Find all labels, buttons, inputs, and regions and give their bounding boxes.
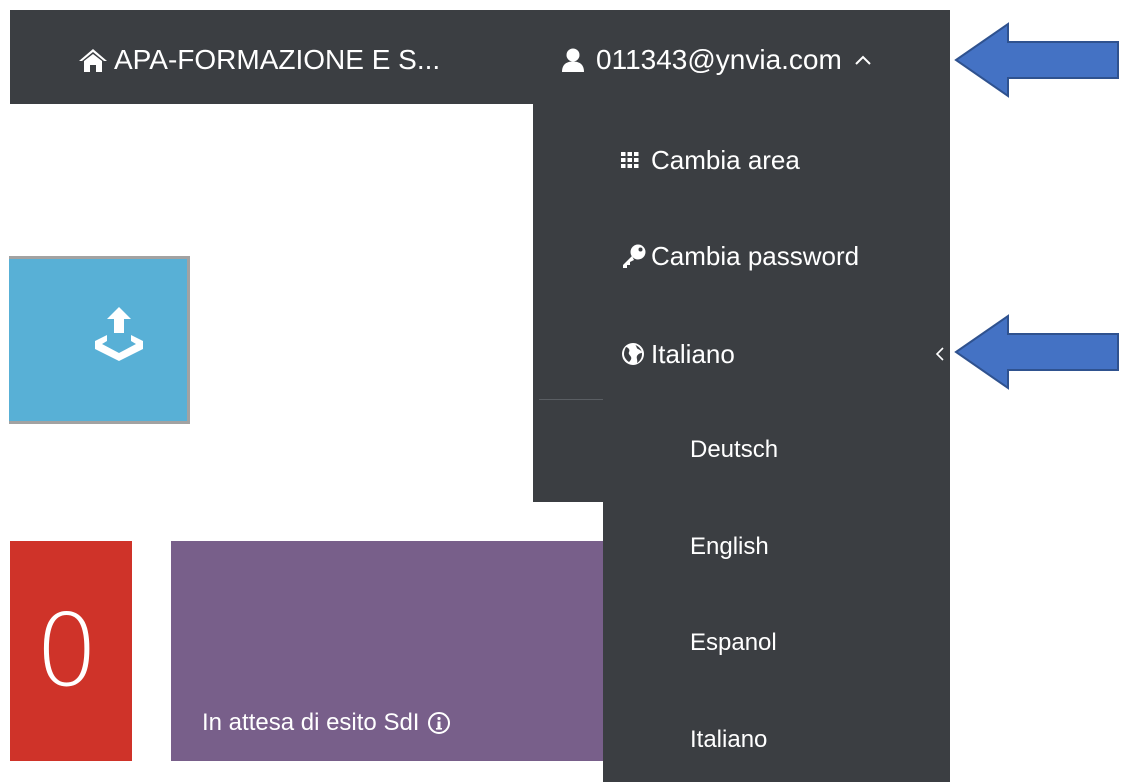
language-option-deutsch[interactable]: Deutsch: [690, 430, 778, 470]
upload-icon: [95, 307, 143, 361]
key-icon: [621, 243, 651, 269]
info-icon[interactable]: [427, 711, 451, 735]
user-icon: [560, 47, 586, 73]
user-email: 011343@ynvia.com: [596, 44, 842, 75]
menu-item-change-area[interactable]: Cambia area: [621, 138, 800, 182]
upload-tile[interactable]: [9, 256, 190, 424]
language-option-italiano[interactable]: Italiano: [690, 720, 767, 760]
globe-icon: [621, 342, 651, 366]
company-menu-link[interactable]: APA-FORMAZIONE E S...: [78, 40, 440, 80]
menu-item-change-password[interactable]: Cambia password: [621, 234, 859, 278]
top-navbar: APA-FORMAZIONE E S... 011343@ynvia.com: [10, 10, 950, 104]
home-icon: [79, 49, 107, 72]
language-option-espanol[interactable]: Espanol: [690, 623, 777, 663]
grid-icon: [621, 152, 651, 168]
menu-item-label: Cambia password: [651, 240, 860, 271]
pending-count: 0: [35, 592, 99, 709]
pending-sdi-tile[interactable]: In attesa di esito SdI: [171, 541, 603, 761]
language-submenu: Deutsch English Espanol Italiano: [603, 400, 950, 782]
user-menu-toggle[interactable]: 011343@ynvia.com: [560, 40, 872, 80]
chevron-left-icon: [933, 344, 947, 364]
company-name: APA-FORMAZIONE E S...: [114, 44, 441, 75]
language-option-english[interactable]: English: [690, 527, 769, 567]
pending-sdi-label-row: In attesa di esito SdI: [202, 709, 451, 737]
annotation-arrow-icon: [954, 22, 1119, 98]
annotation-arrow-icon: [954, 314, 1119, 390]
count-tile[interactable]: 0: [10, 541, 132, 761]
page: APA-FORMAZIONE E S... 011343@ynvia.com 0…: [0, 0, 1126, 782]
menu-item-label: Cambia area: [651, 144, 800, 175]
menu-item-language[interactable]: Italiano: [621, 332, 735, 376]
menu-divider: [539, 399, 603, 400]
menu-item-label: Italiano: [651, 338, 735, 369]
chevron-up-icon: [854, 54, 872, 66]
pending-sdi-label: In attesa di esito SdI: [202, 709, 420, 736]
